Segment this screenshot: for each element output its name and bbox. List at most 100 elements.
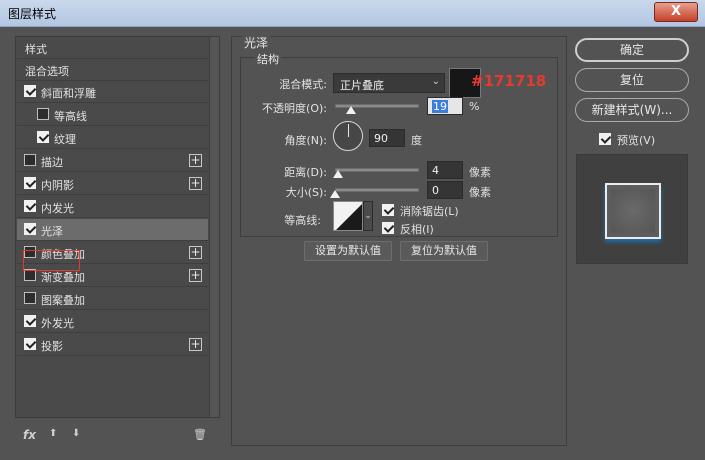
preview-label: 预览(V)	[617, 134, 656, 147]
style-item-11[interactable]: 投影 +	[17, 334, 208, 356]
style-item-6[interactable]: 光泽	[17, 219, 208, 241]
reset-button[interactable]: 复位	[575, 68, 689, 92]
title-bar: 图层样式 X	[0, 0, 705, 27]
style-item-label: 外发光	[41, 317, 74, 330]
size-label: 大小(S):	[285, 186, 327, 199]
style-item-2[interactable]: 纹理	[17, 127, 208, 149]
contour-label: 等高线:	[284, 214, 321, 227]
add-effect-icon[interactable]: +	[189, 338, 202, 351]
distance-input[interactable]: 4	[427, 161, 463, 179]
styles-list: 样式 混合选项 斜面和浮雕 等高线 纹理 描边 + 内阴影 + 内发光 光泽 颜色叠加 + 渐变叠加 +…	[15, 36, 220, 418]
size-slider[interactable]	[335, 188, 419, 192]
highlight-annotation	[23, 250, 80, 271]
style-item-checkbox[interactable]	[24, 154, 36, 166]
styles-bottom-bar: fx ⬆ ⬇ 🗑	[15, 424, 220, 448]
style-item-label: 描边	[41, 156, 63, 169]
distance-slider-thumb[interactable]	[333, 170, 344, 178]
style-item-10[interactable]: 外发光	[17, 311, 208, 333]
style-item-checkbox[interactable]	[37, 108, 49, 120]
antialias-check[interactable]	[382, 204, 394, 216]
size-unit: 像素	[469, 186, 491, 199]
style-item-checkbox[interactable]	[24, 315, 36, 327]
style-item-1[interactable]: 等高线	[17, 104, 208, 126]
style-item-checkbox[interactable]	[24, 85, 36, 97]
style-item-checkbox[interactable]	[24, 338, 36, 350]
opacity-label: 不透明度(O):	[262, 102, 327, 115]
angle-unit: 度	[411, 134, 422, 147]
preview-check[interactable]	[599, 133, 611, 145]
style-item-label: 纹理	[54, 133, 76, 146]
close-button[interactable]: X	[654, 2, 698, 22]
size-input[interactable]: 0	[427, 181, 463, 199]
preview-thumbnail	[605, 183, 661, 239]
size-slider-thumb[interactable]	[330, 190, 340, 198]
layer-style-dialog: 样式 混合选项 斜面和浮雕 等高线 纹理 描边 + 内阴影 + 内发光 光泽 颜色叠加 + 渐变叠加 +…	[5, 28, 700, 455]
styles-panel: 样式 混合选项 斜面和浮雕 等高线 纹理 描边 + 内阴影 + 内发光 光泽 颜色叠加 + 渐变叠加 +…	[15, 36, 220, 451]
satin-panel: 光泽 结构 混合模式: 正片叠底 ⌄ #171718 不透明度(O): 19 %…	[231, 34, 567, 446]
blend-options-label: 混合选项	[25, 65, 69, 78]
style-item-5[interactable]: 内发光	[17, 196, 208, 218]
fx-icon[interactable]: fx	[23, 428, 36, 442]
style-item-checkbox[interactable]	[24, 223, 36, 235]
style-item-0[interactable]: 斜面和浮雕	[17, 81, 208, 103]
move-down-icon[interactable]: ⬇	[72, 428, 80, 439]
style-item-label: 斜面和浮雕	[41, 87, 96, 100]
add-effect-icon[interactable]: +	[189, 177, 202, 190]
add-effect-icon[interactable]: +	[189, 246, 202, 259]
opacity-slider-thumb[interactable]	[345, 106, 356, 114]
structure-section: 结构 混合模式: 正片叠底 ⌄ #171718 不透明度(O): 19 % 角度…	[240, 51, 558, 237]
add-effect-icon[interactable]: +	[189, 154, 202, 167]
angle-label: 角度(N):	[284, 134, 327, 147]
styles-header[interactable]: 样式	[17, 37, 208, 59]
blend-mode-value: 正片叠底	[340, 79, 384, 92]
preview-area	[576, 154, 688, 264]
style-item-label: 内阴影	[41, 179, 74, 192]
style-item-3[interactable]: 描边 +	[17, 150, 208, 172]
invert-check[interactable]	[382, 222, 394, 234]
style-item-label: 内发光	[41, 202, 74, 215]
set-default-button[interactable]: 设置为默认值	[304, 241, 392, 261]
style-item-checkbox[interactable]	[37, 131, 49, 143]
size-value: 0	[432, 184, 439, 197]
structure-title: 结构	[255, 51, 281, 67]
blend-mode-select[interactable]: 正片叠底 ⌄	[333, 73, 445, 93]
style-item-label: 渐变叠加	[41, 271, 85, 284]
style-item-checkbox[interactable]	[24, 292, 36, 304]
style-item-label: 光泽	[41, 225, 63, 238]
style-item-checkbox[interactable]	[24, 200, 36, 212]
angle-input[interactable]: 90	[369, 129, 405, 147]
style-item-checkbox[interactable]	[24, 177, 36, 189]
new-style-button[interactable]: 新建样式(W)...	[575, 98, 689, 122]
styles-scrollbar[interactable]	[209, 37, 219, 417]
distance-value: 4	[432, 164, 439, 177]
angle-value: 90	[374, 132, 388, 145]
trash-icon[interactable]: 🗑	[193, 428, 207, 441]
invert-label: 反相(I)	[400, 223, 434, 236]
add-effect-icon[interactable]: +	[189, 269, 202, 282]
angle-dial[interactable]	[333, 121, 363, 151]
style-item-9[interactable]: 图案叠加	[17, 288, 208, 310]
blend-options-item[interactable]: 混合选项	[17, 59, 208, 81]
opacity-unit: %	[469, 100, 480, 113]
blend-mode-label: 混合模式:	[279, 78, 327, 91]
contour-picker[interactable]	[333, 201, 363, 231]
opacity-input[interactable]: 19	[427, 97, 463, 115]
antialias-label: 消除锯齿(L)	[400, 205, 459, 218]
style-item-4[interactable]: 内阴影 +	[17, 173, 208, 195]
opacity-value: 19	[432, 100, 448, 113]
ok-button[interactable]: 确定	[575, 38, 689, 62]
styles-header-label: 样式	[25, 43, 47, 56]
distance-slider[interactable]	[335, 168, 419, 172]
chevron-down-icon: ⌄	[431, 76, 440, 87]
reset-default-button[interactable]: 复位为默认值	[400, 241, 488, 261]
distance-label: 距离(D):	[284, 166, 327, 179]
window-title: 图层样式	[8, 7, 57, 21]
style-item-label: 图案叠加	[41, 294, 85, 307]
style-item-label: 投影	[41, 340, 63, 353]
contour-dropdown[interactable]: ⌄	[363, 201, 373, 231]
distance-unit: 像素	[469, 166, 491, 179]
style-item-label: 等高线	[54, 110, 87, 123]
contour-curve-icon	[336, 204, 362, 230]
color-hex-annotation: #171718	[471, 72, 547, 90]
move-up-icon[interactable]: ⬆	[49, 428, 57, 439]
